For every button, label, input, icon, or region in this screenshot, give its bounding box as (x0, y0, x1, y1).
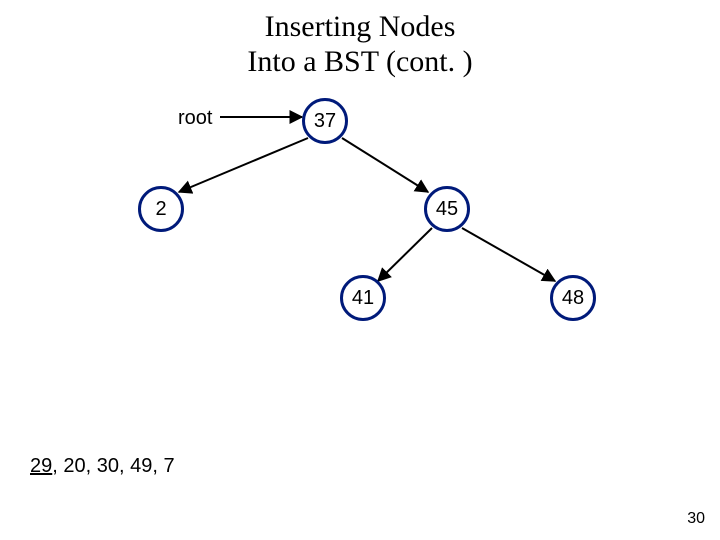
pending-insert-list: 29, 20, 30, 49, 7 (30, 455, 175, 478)
node-37: 37 (302, 98, 348, 144)
slide-number: 30 (687, 510, 705, 528)
edge-45-48 (462, 228, 555, 281)
remaining-insert-values: , 20, 30, 49, 7 (52, 455, 174, 477)
edge-37-2 (179, 138, 308, 192)
node-41: 41 (340, 275, 386, 321)
node-48-value: 48 (562, 287, 584, 310)
node-41-value: 41 (352, 287, 374, 310)
node-48: 48 (550, 275, 596, 321)
edge-37-45 (342, 138, 428, 192)
next-insert-value: 29 (30, 455, 52, 477)
node-2-value: 2 (155, 198, 166, 221)
edge-45-41 (378, 228, 432, 281)
node-45-value: 45 (436, 198, 458, 221)
node-2: 2 (138, 186, 184, 232)
node-37-value: 37 (314, 110, 336, 133)
node-45: 45 (424, 186, 470, 232)
